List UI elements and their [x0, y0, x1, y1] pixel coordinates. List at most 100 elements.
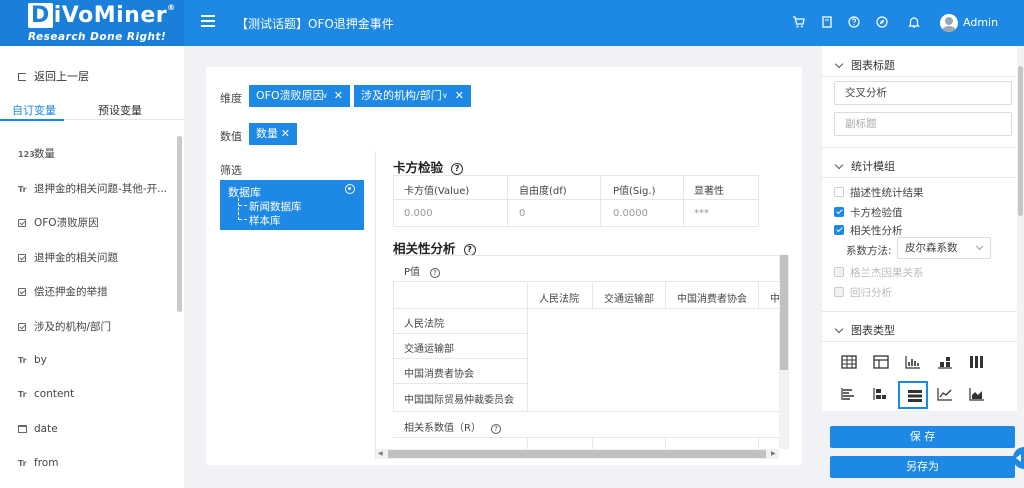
chi-header-value: 卡方值(Value): [404, 186, 470, 197]
chi-significance: ***: [694, 208, 709, 219]
p-value-label: P值?: [404, 263, 441, 278]
close-icon[interactable]: ✕: [455, 85, 464, 107]
close-icon[interactable]: ✕: [334, 85, 343, 107]
database-news[interactable]: 新闻数据库: [249, 199, 302, 214]
sidebar-item-label: 偿还押金的举措: [34, 286, 108, 299]
horizontal-bar-icon[interactable]: [834, 381, 864, 409]
chevron-down-icon[interactable]: ∨: [322, 85, 328, 107]
checkbox-type-icon: [18, 253, 26, 262]
stats-module-section[interactable]: 统计模组: [834, 158, 895, 174]
stacked-bar-icon[interactable]: [930, 349, 960, 377]
help-icon[interactable]: ?: [430, 268, 441, 278]
gear-icon[interactable]: [345, 184, 355, 194]
sidebar-item-4[interactable]: 退押金的相关问题: [18, 250, 118, 265]
sidebar-item-5[interactable]: 偿还押金的举措: [18, 284, 108, 299]
bar-chart-icon[interactable]: [898, 349, 928, 377]
value-label: 数值: [220, 130, 242, 143]
area-chart-icon[interactable]: [962, 381, 992, 409]
back-button[interactable]: 返回上一层: [18, 68, 89, 84]
checkbox[interactable]: [834, 207, 844, 217]
logo[interactable]: DiVoMiner® Research Done Right!: [0, 0, 184, 46]
horizontal-stacked-icon[interactable]: [866, 381, 896, 409]
checkbox: [834, 267, 844, 277]
save-button[interactable]: 保 存: [830, 426, 1015, 448]
save-as-button[interactable]: 另存为: [830, 456, 1015, 478]
chevron-down-icon: [975, 242, 984, 251]
scroll-thumb[interactable]: [780, 255, 788, 370]
close-icon[interactable]: ✕: [281, 123, 290, 145]
chi-square-title: 卡方检验?: [393, 157, 464, 176]
sidebar-item-1[interactable]: 123数量: [18, 146, 55, 161]
table-icon[interactable]: [834, 349, 864, 377]
dimension-tag-institution[interactable]: 涉及的机构/部门 ∨ ✕: [354, 85, 471, 107]
method-select[interactable]: 皮尔森系数: [897, 237, 991, 259]
help-icon[interactable]: ?: [451, 163, 464, 175]
result-horizontal-scrollbar[interactable]: ◀ ▶: [376, 449, 779, 459]
tab-custom-variables[interactable]: 自订变量: [12, 102, 56, 118]
result-vertical-scrollbar[interactable]: [779, 255, 789, 449]
dimension-tag-ofo-failure[interactable]: OFO溃败原因 ∨ ✕: [249, 85, 350, 107]
value-tag-count[interactable]: 数量 ✕: [249, 123, 297, 145]
document-icon[interactable]: [821, 16, 833, 28]
help-icon[interactable]: [848, 16, 860, 28]
text-type-icon: Tr: [18, 184, 27, 194]
stats-option-1[interactable]: 描述性统计结果: [834, 185, 924, 200]
corr-row-consumer: 中国消费者协会: [404, 369, 474, 380]
text-type-icon: Tr: [18, 459, 27, 469]
variable-tabs: 自订变量 预设变量: [0, 96, 184, 121]
stats-option-label: 描述性统计结果: [850, 187, 924, 199]
sidebar-scrollbar[interactable]: [177, 136, 182, 312]
sidebar-item-label: content: [34, 388, 75, 401]
checkbox[interactable]: [834, 225, 844, 235]
sidebar-item-7[interactable]: Tr by: [18, 354, 47, 366]
sidebar-item-label: by: [34, 353, 47, 366]
chi-header-significance: 显著性: [694, 186, 724, 197]
sidebar-item-2[interactable]: Tr 退押金的相关问题-其他-开...: [18, 181, 167, 196]
stats-option-label: 格兰杰因果关系: [850, 267, 924, 279]
stats-option-2[interactable]: 卡方检验值: [834, 205, 903, 220]
chi-header-df: 自由度(df): [519, 186, 567, 197]
database-filter[interactable]: 数据库 新闻数据库 样本库: [220, 180, 364, 230]
compass-icon[interactable]: [876, 16, 888, 28]
sidebar-item-10[interactable]: Tr from: [18, 457, 58, 469]
sidebar-item-6[interactable]: 涉及的机构/部门: [18, 319, 111, 334]
correlation-coef-label: 相关系数值（R）?: [404, 419, 501, 434]
scroll-thumb[interactable]: [1018, 66, 1023, 216]
chart-title-input[interactable]: 交叉分析: [834, 81, 1012, 105]
help-icon[interactable]: ?: [490, 424, 501, 434]
result-area: 卡方检验? 卡方值(Value) 自由度(df) P值(Sig.) 显著性 0.…: [375, 151, 790, 459]
pivot-table-icon[interactable]: [866, 349, 896, 377]
chart-title-section[interactable]: 图表标题: [834, 57, 895, 73]
line-chart-icon[interactable]: [930, 381, 960, 409]
text-type-icon: Tr: [18, 390, 27, 400]
panel-scrollbar[interactable]: [1017, 46, 1024, 488]
sidebar-item-9[interactable]: date: [18, 423, 58, 435]
bell-icon[interactable]: [908, 16, 920, 28]
top-header: DiVoMiner® Research Done Right! 【测试话题】OF…: [0, 0, 1024, 46]
user-name[interactable]: Admin: [963, 16, 998, 29]
checkbox[interactable]: [834, 187, 844, 197]
menu-toggle-icon[interactable]: [201, 15, 215, 29]
cart-icon[interactable]: [793, 16, 805, 28]
stats-option-3[interactable]: 相关性分析: [834, 223, 903, 238]
database-sample[interactable]: 样本库: [249, 213, 281, 228]
avatar[interactable]: [940, 14, 958, 32]
scroll-thumb[interactable]: [388, 450, 766, 458]
horizontal-list-icon[interactable]: [898, 381, 928, 409]
corr-col-transport: 交通运输部: [604, 294, 654, 305]
active-tab-indicator: [0, 119, 64, 121]
sidebar-item-8[interactable]: Tr content: [18, 388, 74, 400]
subtitle-input[interactable]: 副标题: [834, 112, 1012, 136]
chevron-down-icon[interactable]: ∨: [442, 85, 448, 107]
scroll-right-icon[interactable]: ▶: [771, 450, 776, 457]
scroll-left-icon[interactable]: ◀: [378, 450, 383, 457]
column-group-icon[interactable]: [962, 349, 992, 377]
sidebar-item-label: 数量: [34, 148, 55, 160]
back-icon: [18, 73, 26, 81]
chart-type-section[interactable]: 图表类型: [834, 322, 895, 338]
stats-option-4: 格兰杰因果关系: [834, 265, 924, 280]
variable-sidebar: 返回上一层 自订变量 预设变量 123数量 Tr 退押金的相关问题-其他-开... O…: [0, 46, 184, 488]
sidebar-item-3[interactable]: OFO溃败原因: [18, 215, 99, 230]
checkbox: [834, 287, 844, 297]
tab-preset-variables[interactable]: 预设变量: [98, 102, 142, 118]
